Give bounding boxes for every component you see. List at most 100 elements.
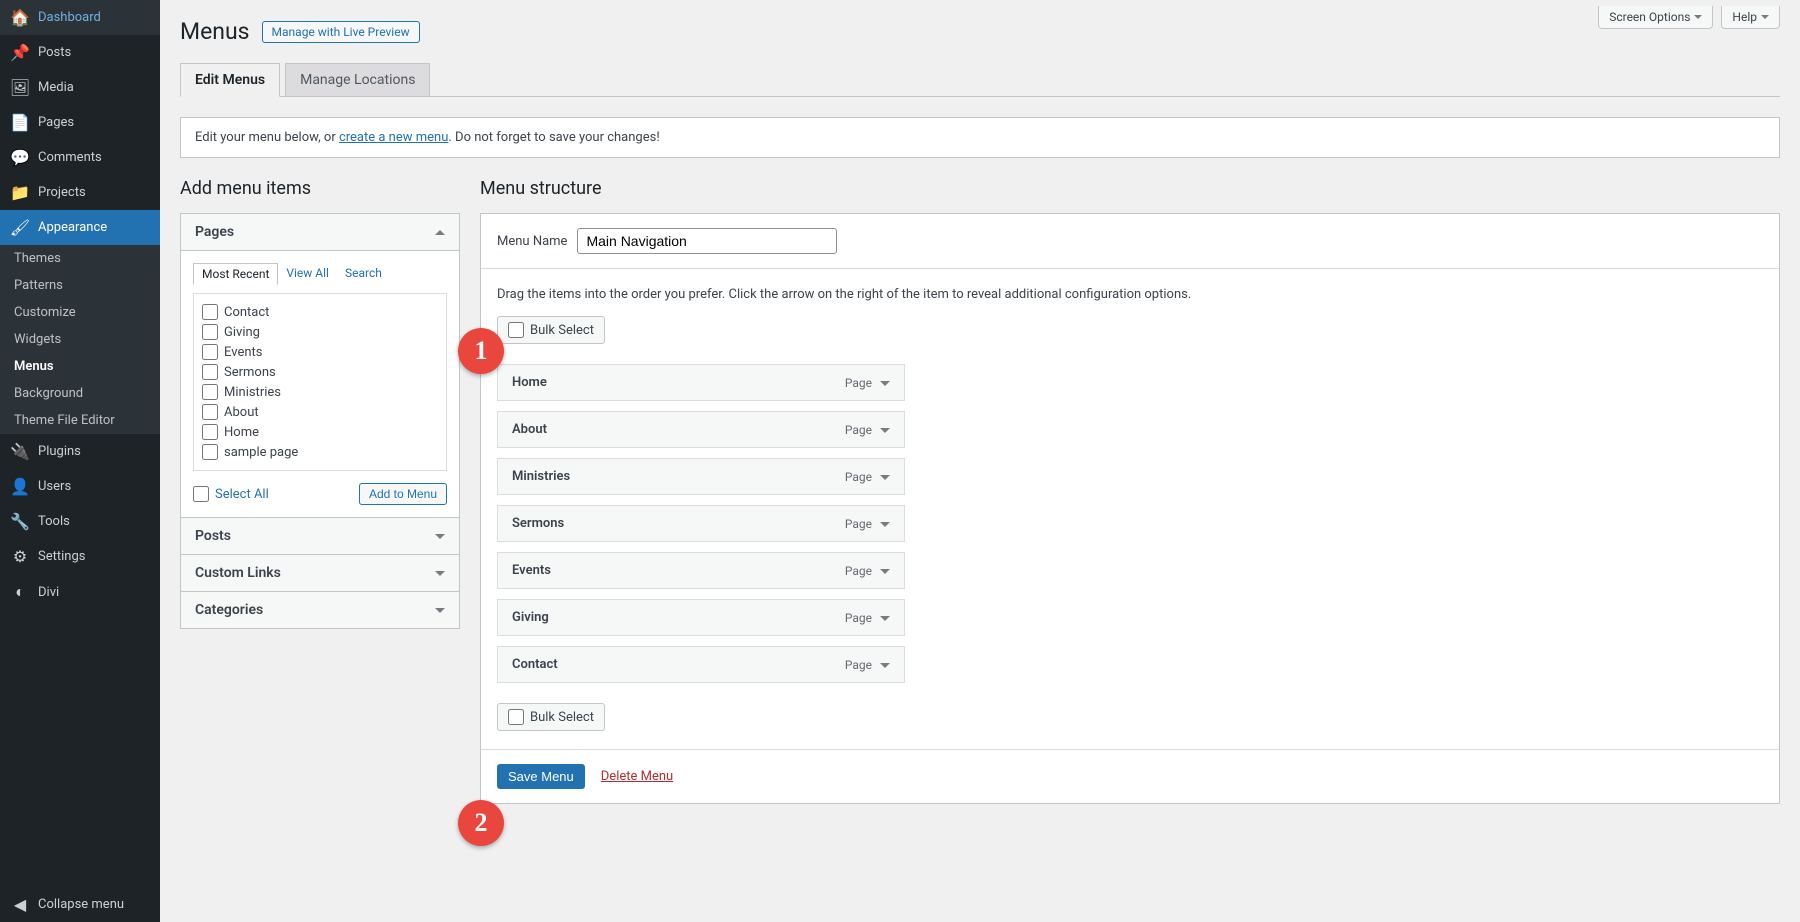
delete-menu-link[interactable]: Delete Menu <box>601 769 673 784</box>
bulk-select-checkbox[interactable] <box>508 322 524 338</box>
acc-pages-header[interactable]: Pages <box>181 214 459 250</box>
acc-posts-header[interactable]: Posts <box>181 517 459 554</box>
nav-tabs: Edit Menus Manage Locations <box>180 63 1780 97</box>
live-preview-button[interactable]: Manage with Live Preview <box>262 21 420 43</box>
page-checkbox[interactable] <box>202 344 218 360</box>
menu-item[interactable]: Giving Page <box>497 599 905 636</box>
menu-item[interactable]: Sermons Page <box>497 505 905 542</box>
page-checkbox[interactable] <box>202 384 218 400</box>
page-checklist-item[interactable]: Giving <box>202 322 438 342</box>
bulk-select-top[interactable]: Bulk Select <box>497 316 605 344</box>
page-checkbox[interactable] <box>202 364 218 380</box>
sidebar-item-dashboard[interactable]: 🏠Dashboard <box>0 0 160 35</box>
menu-item-type: Page <box>845 658 890 672</box>
chevron-down-icon[interactable] <box>880 616 890 626</box>
page-checklist-label: About <box>224 405 259 420</box>
menu-name-input[interactable] <box>577 228 837 254</box>
sub-patterns[interactable]: Patterns <box>0 272 160 299</box>
page-checklist-item[interactable]: Ministries <box>202 382 438 402</box>
sidebar-item-pages[interactable]: 📄Pages <box>0 105 160 140</box>
page-checkbox[interactable] <box>202 404 218 420</box>
add-to-menu-button[interactable]: Add to Menu <box>359 483 447 505</box>
screen-meta: Screen Options Help <box>1598 6 1780 29</box>
menu-item-type: Page <box>845 564 890 578</box>
page-checklist-item[interactable]: Home <box>202 422 438 442</box>
sidebar-item-comments[interactable]: 💬Comments <box>0 140 160 175</box>
page-checklist-item[interactable]: About <box>202 402 438 422</box>
tab-edit-menus[interactable]: Edit Menus <box>180 63 280 97</box>
menu-item[interactable]: About Page <box>497 411 905 448</box>
page-checklist-label: Home <box>224 425 259 440</box>
brush-icon: 🖌 <box>10 218 30 237</box>
screen-options-label: Screen Options <box>1609 10 1690 24</box>
acc-posts-title: Posts <box>195 528 231 544</box>
admin-sidebar: 🏠Dashboard📌Posts🖼Media📄Pages💬Comments📁Pr… <box>0 0 160 922</box>
menu-icon: 🏠 <box>10 8 30 27</box>
screen-options-tab[interactable]: Screen Options <box>1598 6 1713 29</box>
chevron-down-icon[interactable] <box>880 569 890 579</box>
bulk-select-bottom[interactable]: Bulk Select <box>497 703 605 731</box>
chevron-up-icon <box>435 225 445 235</box>
sidebar-item-settings[interactable]: ⚙Settings <box>0 539 160 574</box>
menu-item[interactable]: Home Page <box>497 364 905 401</box>
menu-item[interactable]: Ministries Page <box>497 458 905 495</box>
chevron-down-icon[interactable] <box>880 381 890 391</box>
subtab-search[interactable]: Search <box>337 263 390 285</box>
sub-menus[interactable]: Menus <box>0 353 160 380</box>
tab-manage-locations[interactable]: Manage Locations <box>285 63 430 96</box>
acc-categories-header[interactable]: Categories <box>181 591 459 628</box>
page-checkbox[interactable] <box>202 324 218 340</box>
select-all[interactable]: Select All <box>193 486 269 502</box>
menu-structure-heading: Menu structure <box>480 178 1780 199</box>
sidebar-item-divi[interactable]: ◐Divi <box>0 574 160 610</box>
sidebar-item-plugins[interactable]: 🔌Plugins <box>0 434 160 469</box>
sub-widgets[interactable]: Widgets <box>0 326 160 353</box>
page-checkbox[interactable] <box>202 304 218 320</box>
sidebar-item-label: Collapse menu <box>38 897 124 912</box>
sidebar-item-label: Divi <box>38 585 59 600</box>
help-tab[interactable]: Help <box>1721 6 1780 29</box>
sub-theme-file-editor[interactable]: Theme File Editor <box>0 407 160 434</box>
acc-custom-links-header[interactable]: Custom Links <box>181 554 459 591</box>
sub-background[interactable]: Background <box>0 380 160 407</box>
sidebar-item-media[interactable]: 🖼Media <box>0 70 160 105</box>
bulk-select-checkbox[interactable] <box>508 709 524 725</box>
collapse-menu[interactable]: ◀ Collapse menu <box>0 887 160 922</box>
create-new-menu-link[interactable]: create a new menu <box>339 130 448 145</box>
sidebar-item-projects[interactable]: 📁Projects <box>0 175 160 210</box>
sub-customize[interactable]: Customize <box>0 299 160 326</box>
page-checklist-item[interactable]: Events <box>202 342 438 362</box>
sidebar-item-label: Projects <box>38 185 86 200</box>
page-checklist-item[interactable]: sample page <box>202 442 438 462</box>
save-menu-button[interactable]: Save Menu <box>497 764 585 789</box>
annotation-marker-1: 1 <box>458 328 504 374</box>
sidebar-item-appearance[interactable]: 🖌 Appearance <box>0 210 160 245</box>
menu-item-title: Giving <box>512 610 549 625</box>
subtab-most-recent[interactable]: Most Recent <box>193 263 278 285</box>
menu-item-title: Ministries <box>512 469 570 484</box>
page-checklist-label: Contact <box>224 305 269 320</box>
chevron-down-icon[interactable] <box>880 428 890 438</box>
chevron-down-icon[interactable] <box>880 663 890 673</box>
subtab-view-all[interactable]: View All <box>278 263 337 285</box>
sidebar-item-tools[interactable]: 🔧Tools <box>0 504 160 539</box>
sidebar-item-posts[interactable]: 📌Posts <box>0 35 160 70</box>
page-checklist-item[interactable]: Contact <box>202 302 438 322</box>
menu-item-type: Page <box>845 423 890 437</box>
acc-pages-title: Pages <box>195 224 234 240</box>
sidebar-item-label: Settings <box>38 549 85 564</box>
select-all-checkbox[interactable] <box>193 486 209 502</box>
page-checklist-item[interactable]: Sermons <box>202 362 438 382</box>
chevron-down-icon[interactable] <box>880 522 890 532</box>
sidebar-item-label: Tools <box>38 514 70 529</box>
menu-icon: 📌 <box>10 43 30 62</box>
menu-item[interactable]: Events Page <box>497 552 905 589</box>
menu-name-label: Menu Name <box>497 234 567 249</box>
sidebar-item-label: Comments <box>38 150 102 165</box>
menu-item[interactable]: Contact Page <box>497 646 905 683</box>
sidebar-item-users[interactable]: 👤Users <box>0 469 160 504</box>
page-checkbox[interactable] <box>202 444 218 460</box>
chevron-down-icon[interactable] <box>880 475 890 485</box>
page-checkbox[interactable] <box>202 424 218 440</box>
sub-themes[interactable]: Themes <box>0 245 160 272</box>
